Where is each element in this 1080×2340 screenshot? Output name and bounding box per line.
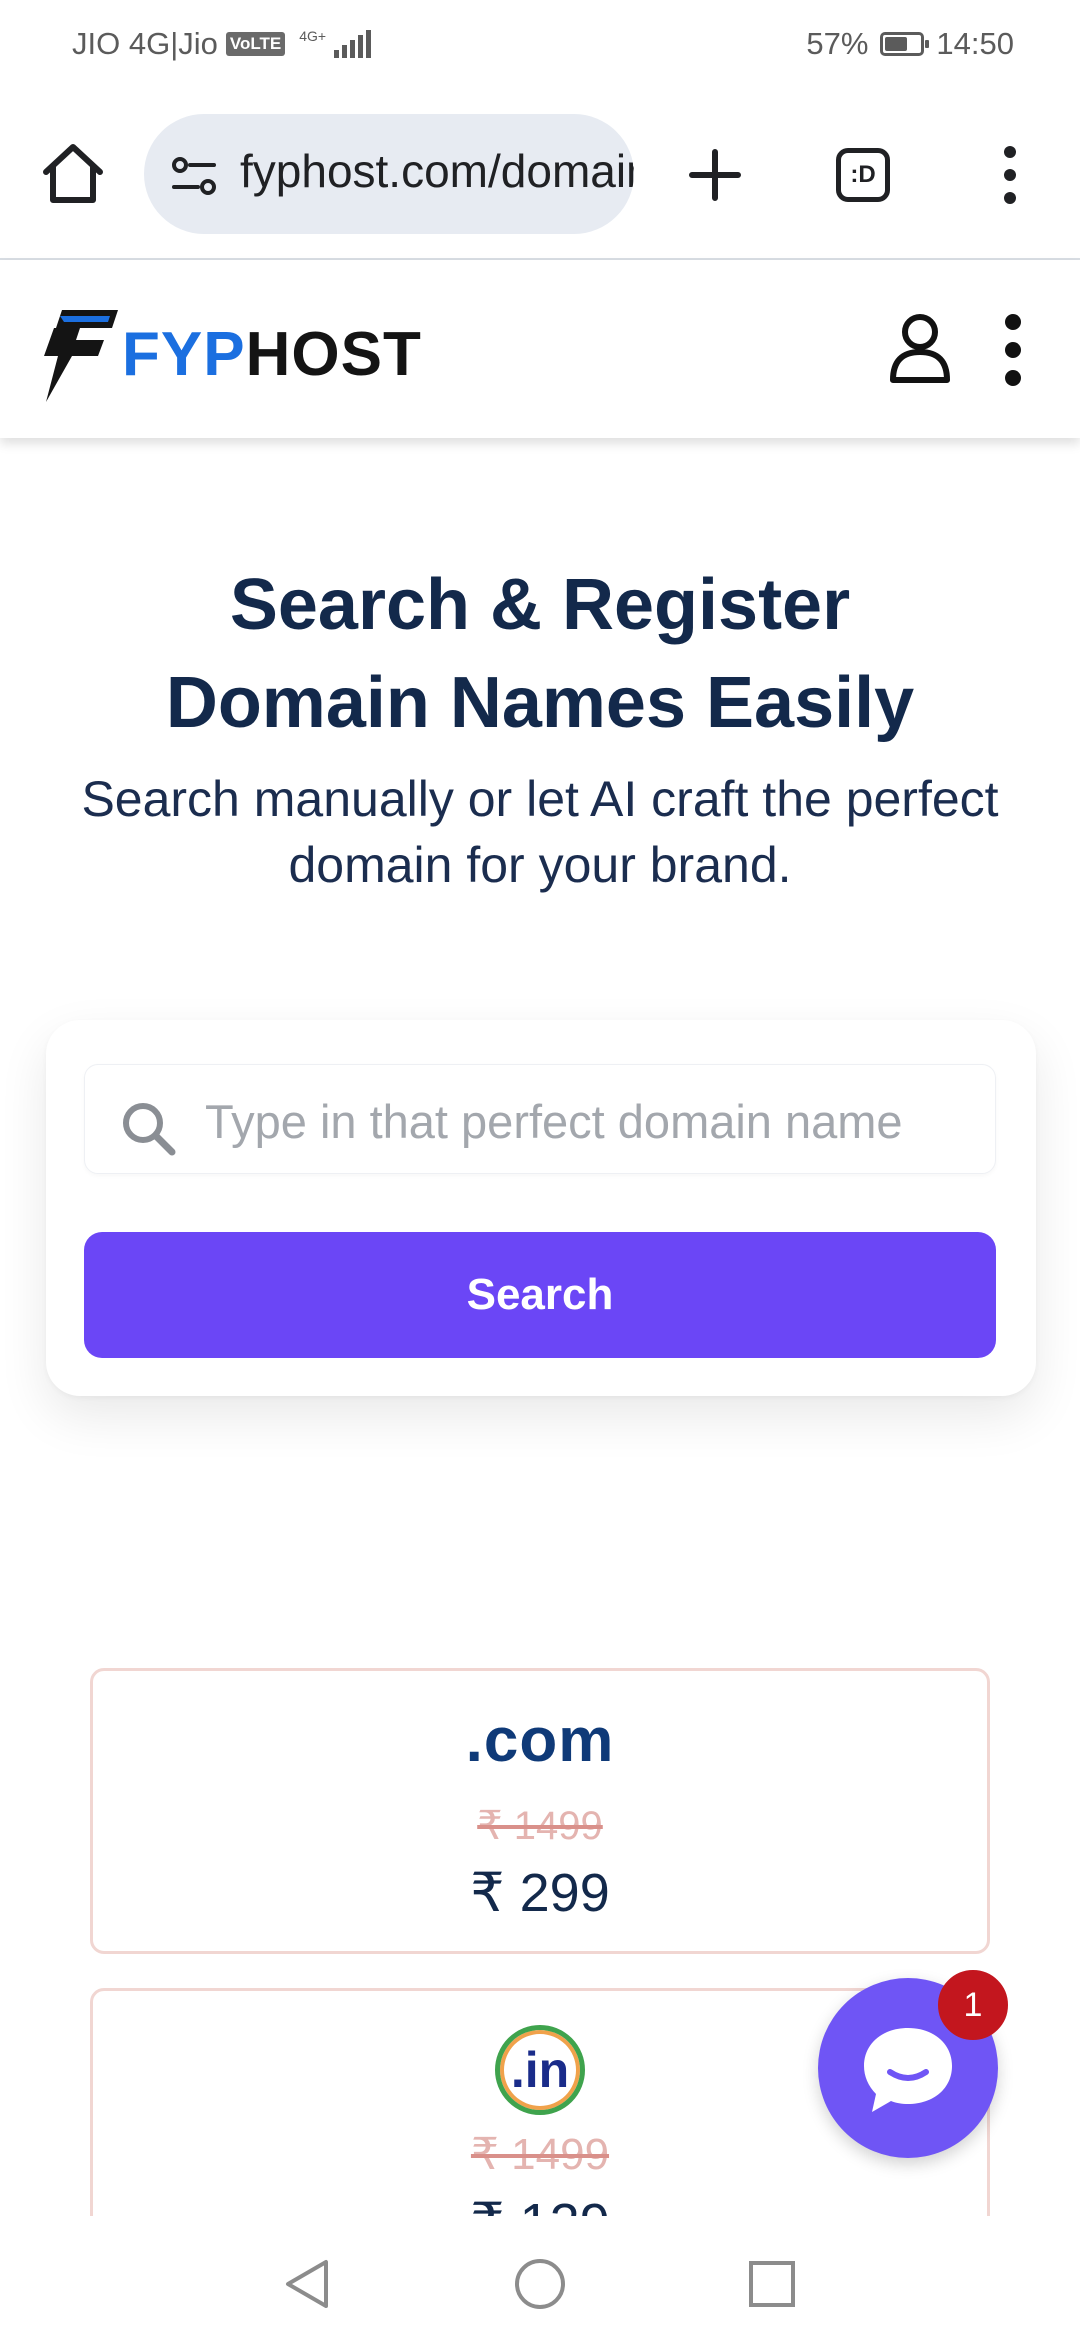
hero-title: Search & Register Domain Names Easily (0, 556, 1080, 752)
logo-fyp: FYP (122, 319, 246, 389)
new-price: ₹ 299 (470, 1863, 610, 1923)
tld-card-com[interactable]: .com ₹ 1499 ₹ 299 (90, 1668, 990, 1954)
back-icon[interactable] (278, 2254, 338, 2314)
search-card: Search (46, 1020, 1036, 1396)
hero-subtitle: Search manually or let AI craft the perf… (81, 771, 999, 893)
tab-switcher-button[interactable]: :D (836, 148, 890, 202)
carrier-label: JIO 4G|Jio (72, 26, 218, 61)
address-bar[interactable]: fyphost.com/domain (144, 114, 634, 234)
browser-toolbar: fyphost.com/domain :D (0, 92, 1080, 260)
url-text[interactable]: fyphost.com/domain (240, 144, 634, 198)
site-header: FYPHOST (0, 260, 1080, 438)
site-menu-icon[interactable] (998, 310, 1028, 390)
search-icon (123, 1103, 176, 1156)
battery-percent: 57% (806, 26, 869, 61)
clock: 14:50 (936, 26, 1014, 61)
old-price: ₹ 1499 (477, 1804, 603, 1848)
home-icon[interactable] (38, 138, 108, 208)
domain-search-input[interactable] (203, 1085, 977, 1157)
search-field[interactable] (84, 1064, 996, 1174)
home-circle-icon[interactable] (510, 2254, 570, 2314)
status-bar: JIO 4G|Jio VoLTE 4G+ 57% 14:50 (0, 0, 1080, 92)
system-navigation-bar (0, 2216, 1080, 2340)
recents-icon[interactable] (742, 2254, 802, 2314)
battery-icon (880, 32, 930, 56)
signal-icon (334, 30, 372, 58)
logo-host: HOST (245, 319, 422, 389)
fyphost-logo[interactable]: FYPHOST (40, 304, 422, 404)
battery-fill (885, 37, 908, 51)
volte-badge: VoLTE (225, 32, 286, 56)
hero-title-line-1: Search & Register (229, 565, 851, 645)
hero-title-line-2: Domain Names Easily (165, 663, 915, 743)
network-type: 4G+ (299, 28, 327, 44)
more-vertical-icon[interactable] (990, 140, 1030, 210)
account-icon[interactable] (888, 312, 952, 386)
chat-bubble-icon (864, 2028, 952, 2112)
new-tab-icon[interactable] (680, 140, 750, 210)
status-right: 57% 14:50 (806, 26, 1014, 62)
screen: JIO 4G|Jio VoLTE 4G+ 57% 14:50 fyphost.c… (0, 0, 1080, 2340)
com-logo: .com (465, 1706, 615, 1775)
in-logo: .in (495, 2025, 585, 2115)
status-left: JIO 4G|Jio VoLTE 4G+ (72, 26, 372, 62)
chat-notification-badge: 1 (938, 1970, 1008, 2040)
bolt-f-icon (44, 310, 118, 402)
search-button[interactable]: Search (84, 1232, 996, 1358)
site-settings-icon[interactable] (168, 150, 220, 202)
